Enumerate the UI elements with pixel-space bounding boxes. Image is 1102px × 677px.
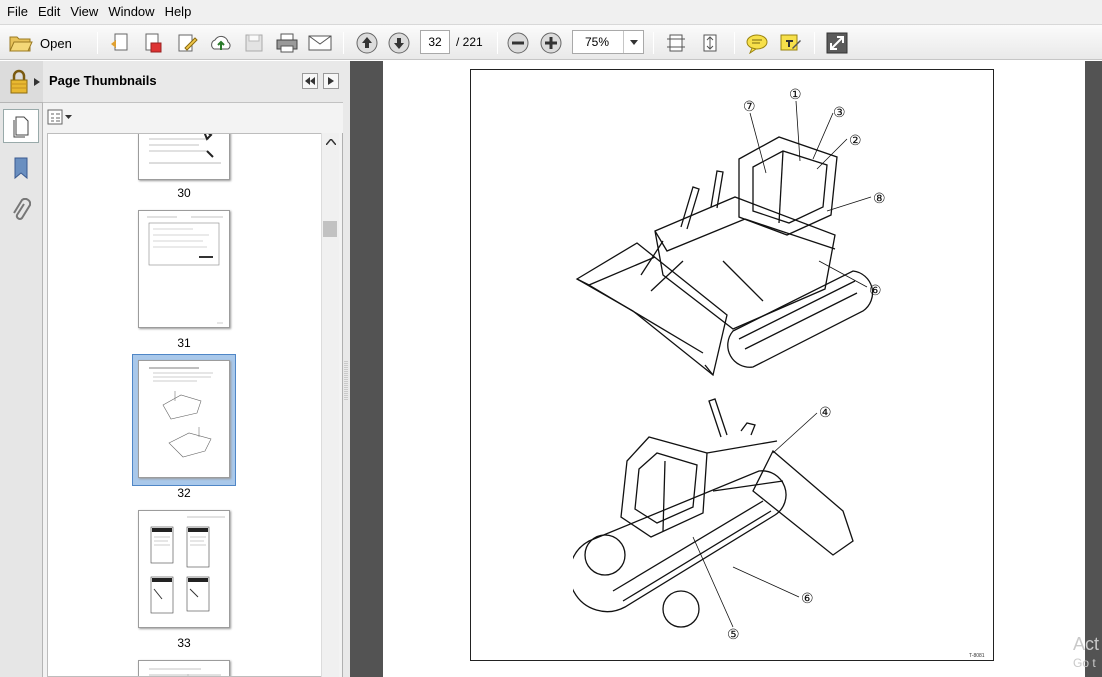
bulldozer-illustration-top: ① ② ③ ⑥ ⑦ ⑧ [575,87,886,377]
menu-window[interactable]: Window [103,1,159,23]
zoom-in-icon [540,32,562,54]
create-pdf-icon [111,33,128,51]
callout-2: ② [849,133,862,149]
toolbar: Open [0,24,1102,60]
fullscreen-icon [826,32,848,54]
callout-3: ③ [833,105,846,121]
next-page-button[interactable] [386,30,412,56]
export-icon [145,33,162,53]
security-tab[interactable] [0,61,43,103]
callout-8: ⑧ [873,191,886,207]
chevron-right-icon [328,77,334,85]
scroll-up-button[interactable] [322,133,339,151]
email-icon [308,35,332,51]
panel-options [43,103,343,133]
thumbnail-page-32[interactable] [138,360,230,478]
panel-title: Page Thumbnails [49,73,157,88]
bookmarks-tab[interactable] [6,153,36,183]
callout-5: ⑤ [727,627,740,643]
page-thumbnails-tab[interactable] [3,109,39,143]
fit-page-button[interactable] [663,30,689,56]
document-page: ① ② ③ ⑥ ⑦ ⑧ ④ ⑤ ⑥ T-8081 [383,61,1085,677]
zoom-select[interactable]: 75% [572,30,644,54]
thumbnail-list[interactable]: 30 31 32 33 [47,133,323,677]
page-up-icon [356,32,378,54]
comment-button[interactable] [744,30,770,56]
save-icon [245,34,263,52]
menu-edit[interactable]: Edit [33,1,65,23]
previous-page-button[interactable] [354,30,380,56]
menu-file[interactable]: File [2,1,33,23]
menu-bar: File Edit View Window Help [0,0,1102,24]
zoom-value: 75% [585,35,610,49]
open-folder-icon [9,36,33,52]
page-down-icon [388,32,410,54]
bookmark-icon [14,157,28,180]
figure-code: T-8081 [969,653,985,659]
lock-icon [10,69,28,94]
thumbnail-page-33[interactable] [138,510,230,628]
callout-6-bottom: ⑥ [801,591,814,607]
splitter-grip-icon [344,361,348,401]
thumbnail-label: 30 [177,186,191,200]
thumbnail-label: 33 [177,636,191,650]
thumbnail-label: 32 [177,486,191,500]
zoom-out-icon [507,32,529,54]
chevron-up-icon [325,139,336,145]
options-menu-button[interactable] [47,109,73,125]
attachment-icon [13,198,31,220]
attachments-tab[interactable] [6,196,36,226]
sign-button[interactable] [777,30,803,56]
zoom-in-button[interactable] [538,30,564,56]
fullscreen-button[interactable] [824,30,850,56]
export-button[interactable] [140,30,166,56]
callout-6: ⑥ [869,283,882,299]
panel-header: Page Thumbnails [43,61,343,103]
activation-watermark: Act [1073,634,1100,654]
comment-icon [746,34,768,54]
edit-button[interactable] [174,30,200,56]
print-button[interactable] [274,30,300,56]
edit-icon [178,34,198,52]
activation-watermark-sub: Go t [1073,656,1096,670]
menu-help[interactable]: Help [160,1,197,23]
thumbnails-panel: Page Thumbnails 30 31 32 33 [43,61,343,677]
menu-view[interactable]: View [65,1,103,23]
callout-4: ④ [819,405,832,421]
cloud-button[interactable] [207,30,235,56]
save-button[interactable] [242,30,266,56]
thumbnail-label: 31 [177,336,191,350]
thumbnail-scrollbar[interactable] [321,133,339,677]
thumbnail-page-34[interactable] [138,660,230,676]
double-chevron-left-icon [305,77,315,85]
callout-1: ① [789,87,802,103]
bulldozer-illustration-bottom: ④ ⑤ ⑥ [573,398,854,643]
thumbnail-page-30[interactable] [138,134,230,180]
cloud-icon [211,35,231,50]
create-button[interactable] [108,30,134,56]
zoom-out-button[interactable] [505,30,531,56]
splitter[interactable] [343,61,350,677]
open-button[interactable]: Open [8,30,72,56]
fit-width-button[interactable] [697,30,723,56]
sign-icon [780,34,801,51]
email-button[interactable] [306,30,334,56]
scroll-thumb[interactable] [323,221,337,237]
page-number-input[interactable]: 32 [420,30,450,54]
page-total: / 221 [456,35,483,49]
panel-menu-button[interactable] [323,73,339,89]
collapse-panel-button[interactable] [302,73,318,89]
navigation-strip [0,61,43,677]
fit-width-icon [703,34,717,52]
chevron-down-icon[interactable] [623,31,643,53]
print-icon [276,33,298,53]
thumbnail-page-31[interactable] [138,210,230,328]
fit-page-icon [667,34,685,52]
options-icon [47,109,72,125]
expand-arrow-icon [34,78,40,86]
pages-icon [13,116,29,138]
open-label: Open [40,35,72,51]
callout-7: ⑦ [743,99,756,115]
